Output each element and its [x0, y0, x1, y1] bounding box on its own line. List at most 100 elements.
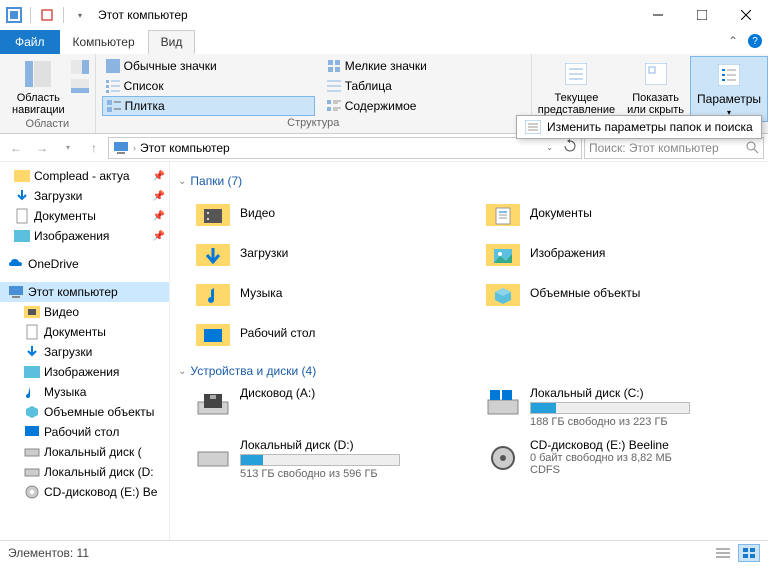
- options-icon: [713, 59, 745, 91]
- help-icon[interactable]: ?: [748, 34, 762, 48]
- drive-name: Локальный диск (C:): [530, 386, 756, 400]
- show-hide-icon: [640, 58, 672, 90]
- options-menu-label: Изменить параметры папок и поиска: [547, 120, 753, 134]
- layout-tiles[interactable]: Плитка: [102, 96, 315, 116]
- options-menu-item[interactable]: Изменить параметры папок и поиска: [516, 115, 762, 139]
- ribbon-group-areas-label: Области: [6, 118, 89, 132]
- qat-item-icon[interactable]: [37, 5, 57, 25]
- up-button[interactable]: ↑: [82, 136, 106, 160]
- status-item-count: Элементов: 11: [8, 546, 89, 560]
- layout-table[interactable]: Таблица: [323, 76, 525, 96]
- current-view-icon: [560, 58, 592, 90]
- tab-file[interactable]: Файл: [0, 30, 60, 54]
- drive-bar: [530, 402, 690, 414]
- search-placeholder: Поиск: Этот компьютер: [589, 141, 719, 155]
- tree-item-disk-e[interactable]: CD-дисковод (E:) Be: [0, 482, 169, 502]
- pin-icon: 📌: [153, 191, 165, 202]
- layout-small-icons[interactable]: Мелкие значки: [323, 56, 525, 76]
- ribbon-tabs: Файл Компьютер Вид ⌃ ?: [0, 30, 768, 54]
- folder-video[interactable]: Видео: [196, 196, 466, 230]
- tree-item-complead[interactable]: Complead - актуа📌: [0, 166, 169, 186]
- pin-icon: 📌: [153, 211, 165, 222]
- drive-c[interactable]: Локальный диск (C:) 188 ГБ свободно из 22…: [486, 386, 756, 428]
- tree-item-this-pc[interactable]: Этот компьютер: [0, 282, 169, 302]
- history-dropdown[interactable]: ▾: [56, 136, 80, 160]
- nav-pane-icon: [22, 58, 54, 90]
- drive-filesystem: CDFS: [530, 464, 756, 476]
- view-details-button[interactable]: [712, 544, 734, 562]
- tree-item-downloads-qa[interactable]: Загрузки📌: [0, 186, 169, 206]
- address-box[interactable]: › Этот компьютер ⌄: [108, 137, 582, 159]
- tree-item-disk-d[interactable]: Локальный диск (D:: [0, 462, 169, 482]
- options-button[interactable]: Параметры▾: [690, 56, 768, 122]
- drive-e[interactable]: CD-дисковод (E:) Beeline0 байт свободно …: [486, 438, 756, 480]
- tree-item-music[interactable]: Музыка: [0, 382, 169, 402]
- folder-music[interactable]: Музыка: [196, 276, 466, 310]
- nav-pane-button[interactable]: Область навигации: [6, 56, 71, 118]
- section-drives[interactable]: ⌄Устройства и диски (4): [178, 364, 756, 378]
- current-view-button[interactable]: Текущее представление: [532, 56, 621, 122]
- layout-options: Обычные значки Мелкие значки Список Табл…: [102, 56, 525, 116]
- maximize-button[interactable]: [680, 0, 724, 30]
- tree-item-downloads[interactable]: Загрузки: [0, 342, 169, 362]
- forward-button[interactable]: →: [30, 136, 54, 160]
- drive-freespace: 188 ГБ свободно из 223 ГБ: [530, 416, 756, 428]
- drive-name: CD-дисковод (E:) Beeline: [530, 438, 756, 452]
- minimize-button[interactable]: [636, 0, 680, 30]
- pin-icon: 📌: [153, 231, 165, 242]
- layout-content[interactable]: Содержимое: [323, 96, 525, 116]
- folder-desktop[interactable]: Рабочий стол: [196, 316, 466, 350]
- chevron-down-icon: ⌄: [178, 366, 186, 377]
- quick-access-toolbar: ▾: [4, 5, 90, 25]
- drive-floppy-a[interactable]: Дисковод (A:): [196, 386, 466, 428]
- tree-item-disk-c[interactable]: Локальный диск (: [0, 442, 169, 462]
- window-title: Этот компьютер: [98, 8, 636, 22]
- tree-item-desktop[interactable]: Рабочий стол: [0, 422, 169, 442]
- pc-icon: [113, 140, 129, 156]
- qat-dropdown-icon[interactable]: ▾: [70, 5, 90, 25]
- drive-freespace: 0 байт свободно из 8,82 МБ: [530, 452, 756, 464]
- close-button[interactable]: [724, 0, 768, 30]
- back-button[interactable]: ←: [4, 136, 28, 160]
- layout-list[interactable]: Список: [102, 76, 315, 96]
- drive-bar: [240, 454, 400, 466]
- body: Complead - актуа📌 Загрузки📌 Документы📌 И…: [0, 162, 768, 540]
- drive-name: Локальный диск (D:): [240, 438, 466, 452]
- pane-opt-2[interactable]: [71, 79, 89, 96]
- tree-item-documents-qa[interactable]: Документы📌: [0, 206, 169, 226]
- app-icon: [4, 5, 24, 25]
- tab-view[interactable]: Вид: [148, 30, 196, 54]
- layout-large-icons[interactable]: Обычные значки: [102, 56, 315, 76]
- drive-freespace: 513 ГБ свободно из 596 ГБ: [240, 468, 466, 480]
- folder-documents[interactable]: Документы: [486, 196, 756, 230]
- folder-3d[interactable]: Объемные объекты: [486, 276, 756, 310]
- tree-item-documents[interactable]: Документы: [0, 322, 169, 342]
- breadcrumb-item[interactable]: Этот компьютер: [140, 141, 230, 155]
- ribbon-group-areas: Область навигации Области: [0, 54, 96, 133]
- content-pane: ⌄Папки (7) Видео Документы Загрузки Изоб…: [170, 162, 768, 540]
- chevron-down-icon: ⌄: [178, 176, 186, 187]
- drive-name: Дисковод (A:): [240, 386, 466, 400]
- tree-item-pictures[interactable]: Изображения: [0, 362, 169, 382]
- section-folders[interactable]: ⌄Папки (7): [178, 174, 756, 188]
- tree-item-3d[interactable]: Объемные объекты: [0, 402, 169, 422]
- ribbon-group-layout: Обычные значки Мелкие значки Список Табл…: [96, 54, 532, 133]
- tree-item-pictures-qa[interactable]: Изображения📌: [0, 226, 169, 246]
- search-box[interactable]: Поиск: Этот компьютер: [584, 137, 764, 159]
- title-bar: ▾ Этот компьютер: [0, 0, 768, 30]
- show-hide-button[interactable]: Показать или скрыть: [621, 56, 690, 122]
- tab-computer[interactable]: Компьютер: [60, 30, 148, 54]
- ribbon-collapse-icon[interactable]: ⌃: [728, 34, 744, 50]
- folder-downloads[interactable]: Загрузки: [196, 236, 466, 270]
- tree-item-onedrive[interactable]: OneDrive: [0, 254, 169, 274]
- pane-opt-1[interactable]: [71, 60, 89, 77]
- view-tiles-button[interactable]: [738, 544, 760, 562]
- nav-tree: Complead - актуа📌 Загрузки📌 Документы📌 И…: [0, 162, 170, 540]
- status-bar: Элементов: 11: [0, 540, 768, 564]
- tree-item-video[interactable]: Видео: [0, 302, 169, 322]
- folder-pictures[interactable]: Изображения: [486, 236, 756, 270]
- address-dropdown-icon[interactable]: ⌄: [546, 143, 553, 152]
- drive-d[interactable]: Локальный диск (D:) 513 ГБ свободно из 59…: [196, 438, 466, 480]
- search-icon: [746, 141, 759, 154]
- refresh-button[interactable]: [563, 139, 577, 156]
